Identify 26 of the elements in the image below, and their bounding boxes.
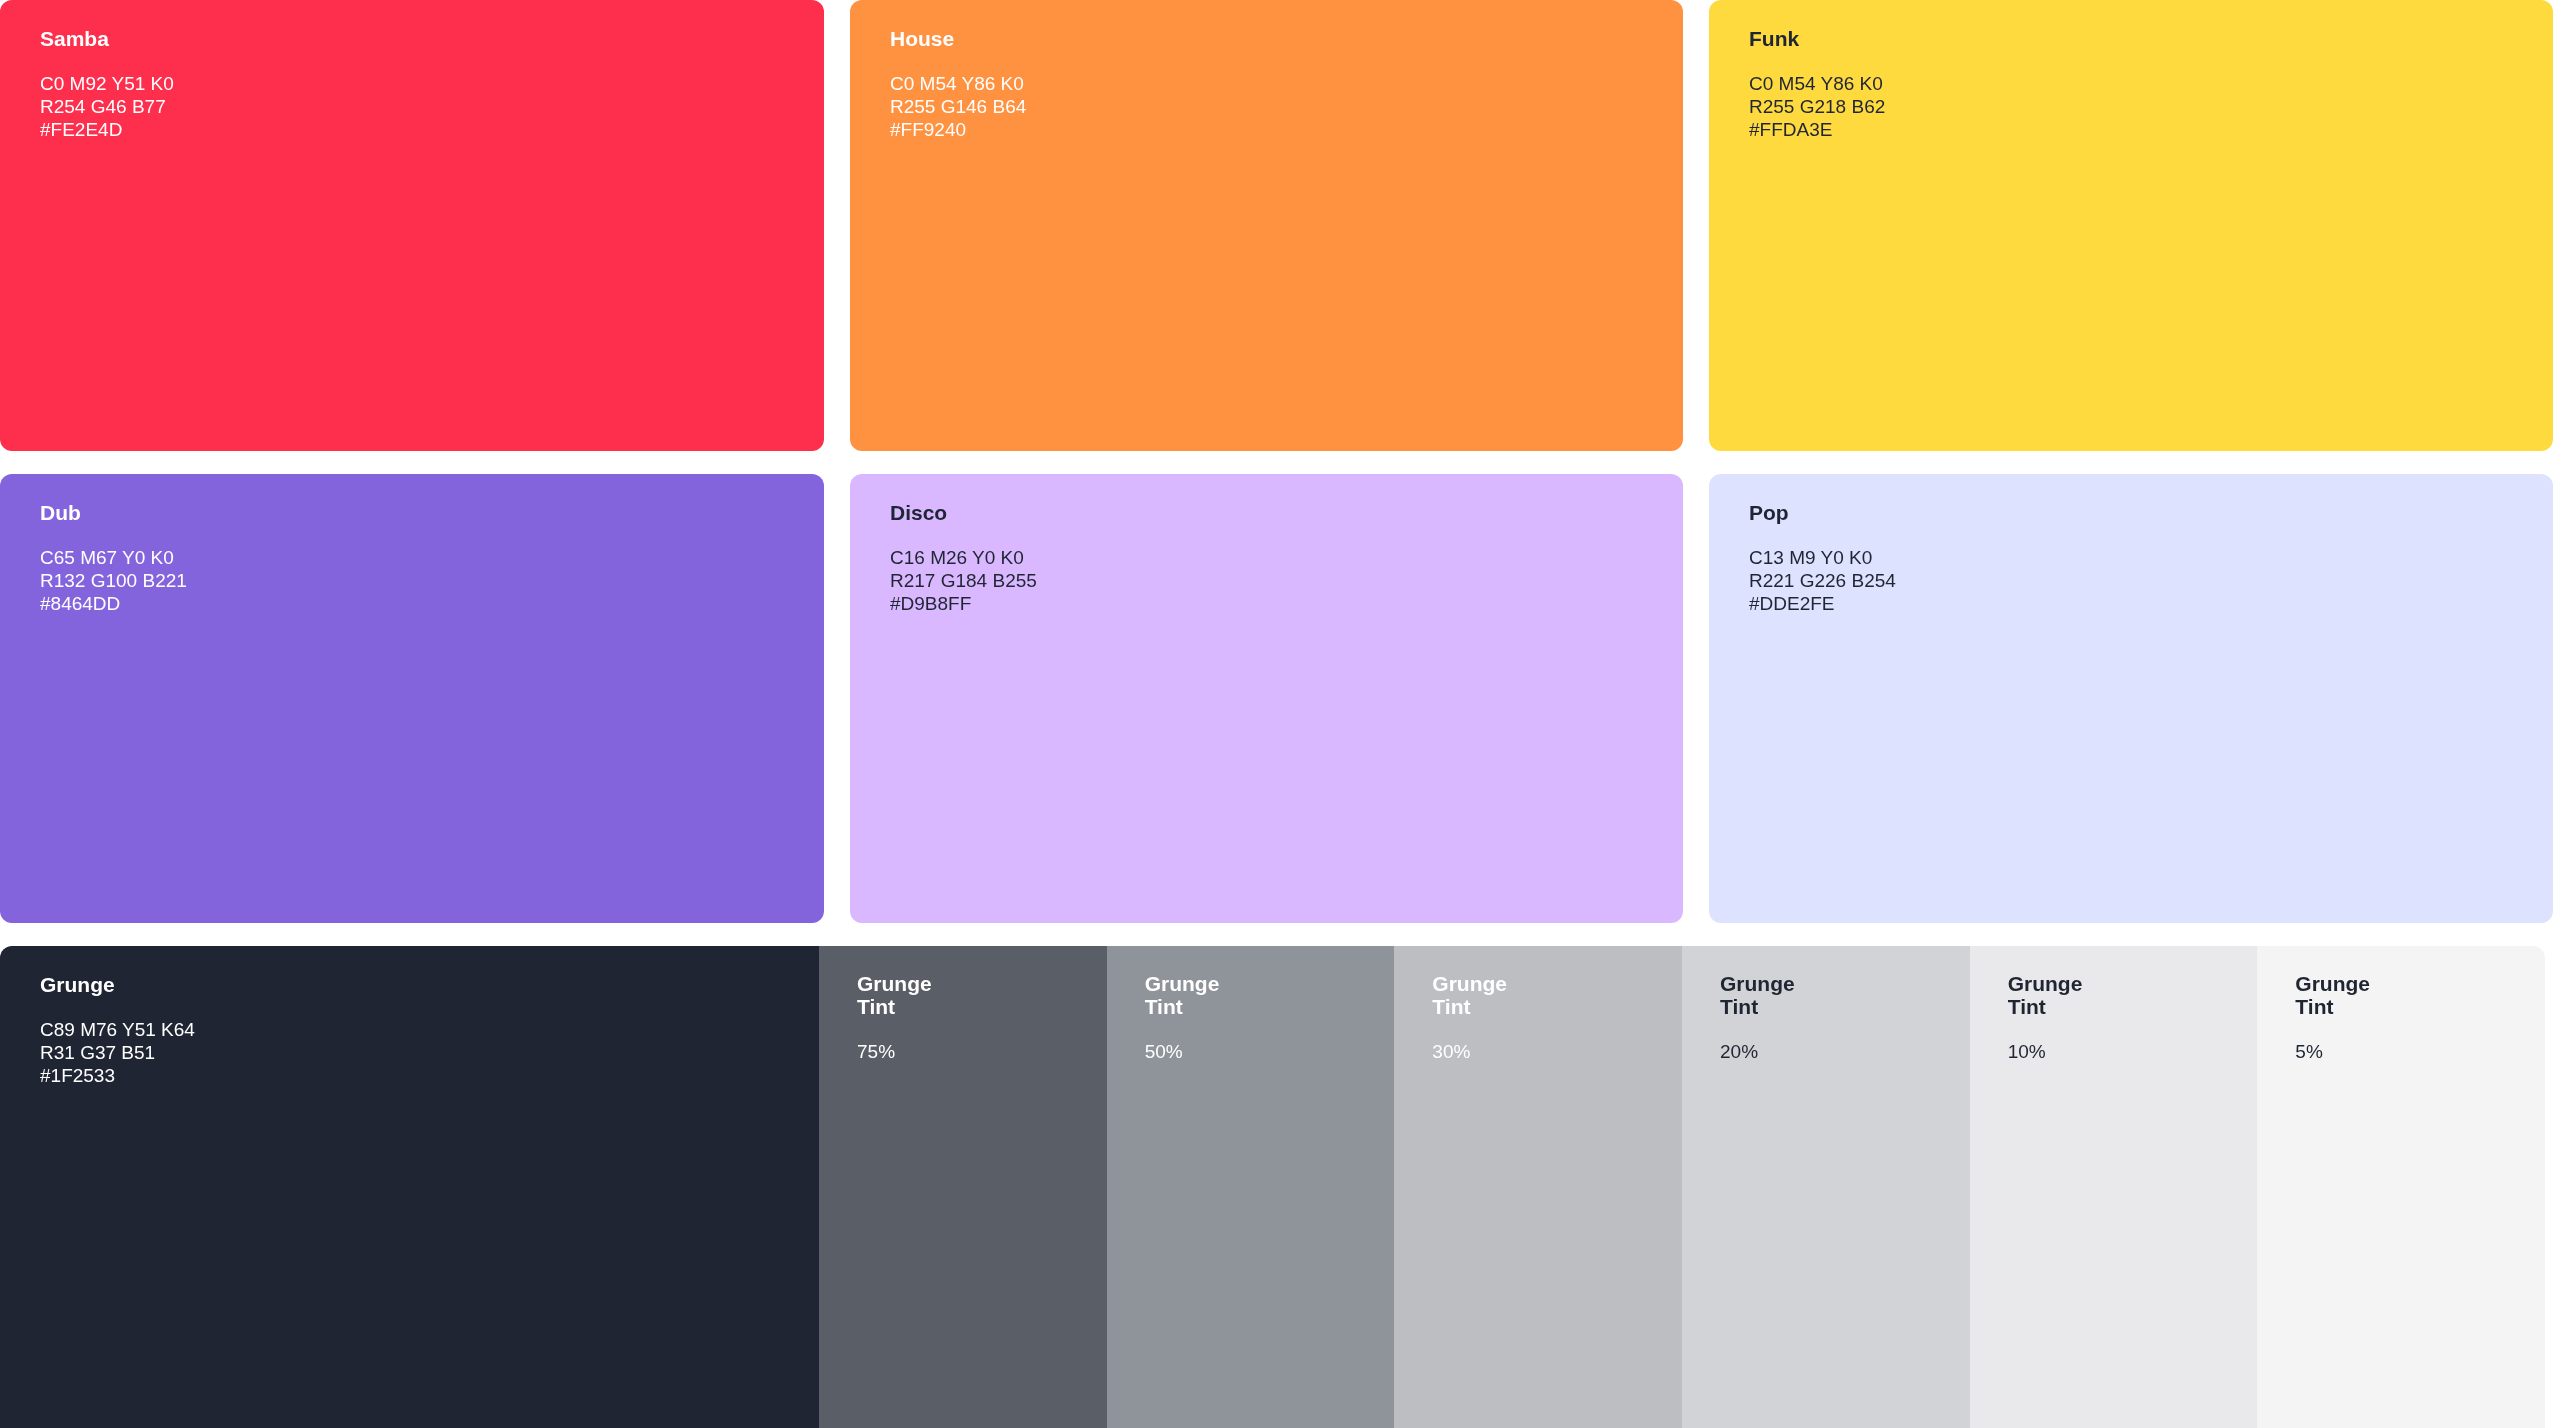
tint-percentage: 50% [1144, 1040, 1184, 1063]
tint-percentage: 5% [2295, 1040, 2324, 1063]
tint-name: Grunge Tint [1144, 972, 1221, 1018]
swatch-name: Disco [890, 500, 949, 526]
tint-name: Grunge Tint [2007, 972, 2084, 1018]
swatch-name: Pop [1749, 500, 1790, 526]
swatch-name: Funk [1749, 26, 1801, 52]
tint-percentage: 75% [857, 1040, 897, 1063]
tint-name: Grunge Tint [2295, 972, 2372, 1018]
swatch-name: Samba [40, 26, 110, 52]
color-values: C13 M9 Y0 K0 R221 G226 B254 #DDE2FE [1749, 546, 1897, 615]
color-values: C65 M67 Y0 K0 R132 G100 B221 #8464DD [40, 546, 188, 615]
color-values: C16 M26 Y0 K0 R217 G184 B255 #D9B8FF [890, 546, 1038, 615]
swatch-name: Dub [40, 500, 82, 526]
color-values: C0 M92 Y51 K0 R254 G46 B77 #FE2E4D [40, 72, 175, 141]
color-values: C89 M76 Y51 K64 R31 G37 B51 #1F2533 [40, 1018, 196, 1087]
swatch-name: House [890, 26, 956, 52]
tint-percentage: 20% [1720, 1040, 1760, 1063]
tint-percentage: 30% [1432, 1040, 1472, 1063]
tint-name: Grunge Tint [857, 972, 933, 1018]
tint-name: Grunge Tint [1432, 972, 1508, 1018]
color-values: C0 M54 Y86 K0 R255 G218 B62 #FFDA3E [1749, 72, 1887, 141]
tint-percentage: 10% [2007, 1040, 2047, 1063]
color-values: C0 M54 Y86 K0 R255 G146 B64 #FF9240 [890, 72, 1028, 141]
tint-name: Grunge Tint [1720, 972, 1796, 1018]
swatch-name: Grunge [40, 972, 116, 998]
